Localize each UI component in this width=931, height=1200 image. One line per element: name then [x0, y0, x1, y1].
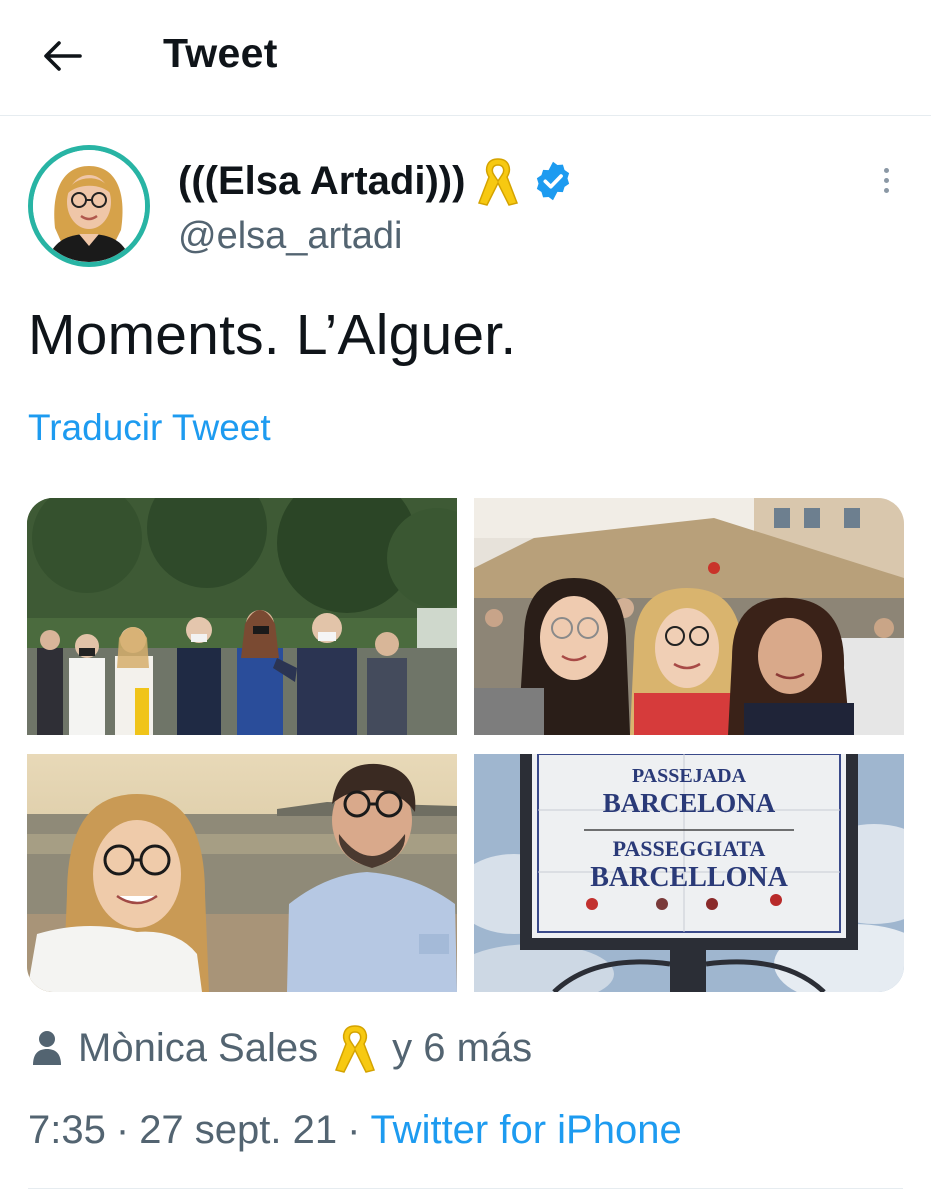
more-dot-icon — [883, 187, 889, 193]
page-title: Tweet — [163, 30, 278, 76]
media-photo-4[interactable]: PASSEJADA BARCELONA PASSEGGIATA BARCELLO… — [474, 754, 904, 992]
avatar[interactable] — [28, 145, 150, 267]
tagged-users[interactable]: Mònica Sales y 6 más — [30, 1022, 532, 1074]
media-photo-3[interactable] — [27, 754, 457, 992]
sign-line-3: PASSEGGIATA — [613, 836, 766, 861]
translate-tweet-link[interactable]: Traducir Tweet — [28, 407, 271, 449]
tweet-meta: 7:35 · 27 sept. 21 · Twitter for iPhone — [28, 1108, 682, 1153]
back-button[interactable] — [40, 34, 84, 78]
tagged-others: y 6 más — [392, 1025, 533, 1070]
arrow-left-icon — [44, 41, 82, 71]
sign-line-4: BARCELLONA — [590, 862, 788, 893]
verified-badge-icon — [537, 161, 570, 201]
media-grid: PASSEJADA BARCELONA PASSEGGIATA BARCELLO… — [27, 498, 904, 992]
author-name-row[interactable]: (((Elsa Artadi))) — [178, 155, 575, 207]
sign-line-2: BARCELONA — [603, 788, 776, 818]
yellow-ribbon-icon — [478, 158, 519, 206]
divider — [28, 1188, 903, 1189]
tweet-text: Moments. L’Alguer. — [28, 303, 517, 367]
tweet-date[interactable]: 27 sept. 21 — [139, 1108, 337, 1153]
yellow-ribbon-icon — [335, 1025, 376, 1073]
author-display-name: (((Elsa Artadi))) — [178, 158, 466, 203]
meta-separator: · — [115, 1108, 130, 1152]
more-dot-icon — [883, 167, 889, 173]
tweet-time[interactable]: 7:35 — [28, 1108, 106, 1153]
person-icon — [33, 1031, 61, 1065]
sign-line-1: PASSEJADA — [632, 765, 747, 787]
tweet-source-link[interactable]: Twitter for iPhone — [370, 1108, 681, 1153]
media-photo-2[interactable] — [474, 498, 904, 735]
meta-separator: · — [347, 1108, 361, 1152]
more-options-button[interactable] — [868, 160, 904, 200]
top-bar: Tweet — [0, 0, 931, 116]
author-handle[interactable]: @elsa_artadi — [178, 215, 402, 258]
tagged-name: Mònica Sales — [78, 1025, 319, 1070]
media-photo-1[interactable] — [27, 498, 457, 735]
more-dot-icon — [883, 177, 889, 183]
